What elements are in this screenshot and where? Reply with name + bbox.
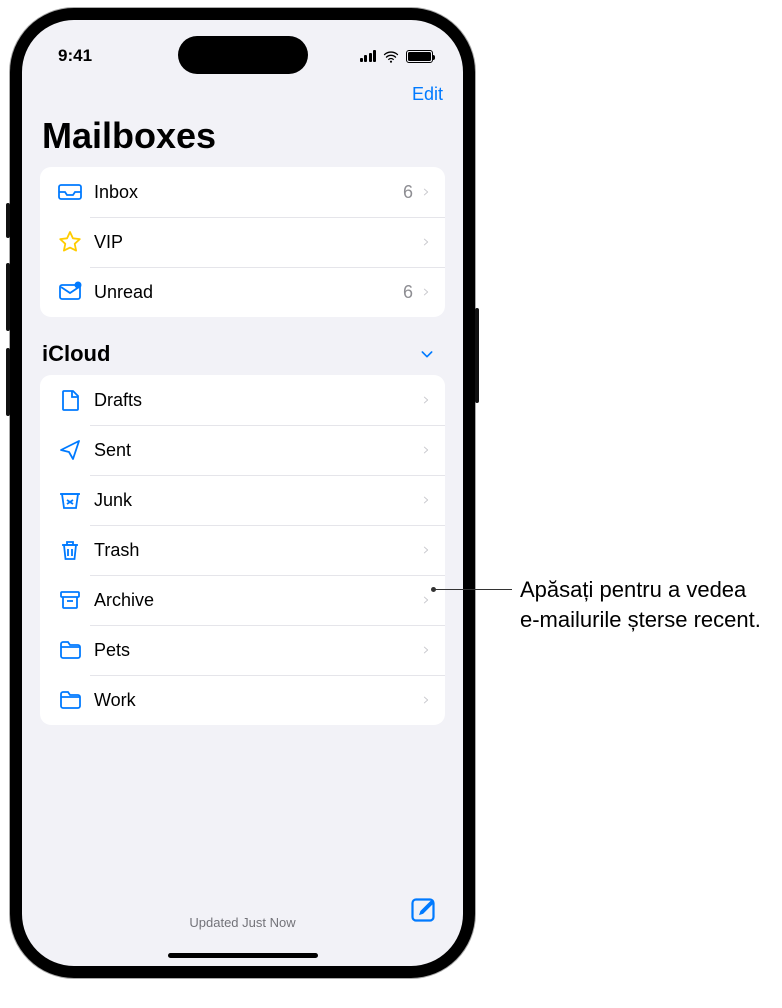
battery-icon: [406, 50, 433, 63]
status-indicators: [360, 50, 434, 63]
mailbox-label: Sent: [94, 440, 421, 461]
chevron-right-icon: [421, 285, 431, 299]
star-icon: [56, 230, 84, 254]
page-title: Mailboxes: [22, 111, 463, 167]
icloud-section-header[interactable]: iCloud: [22, 335, 463, 375]
mailbox-label: VIP: [94, 232, 421, 253]
mailbox-item-work[interactable]: Work: [40, 675, 445, 725]
mailbox-label: Trash: [94, 540, 421, 561]
chevron-right-icon: [421, 393, 431, 407]
chevron-down-icon: [419, 346, 435, 362]
trash-icon: [56, 538, 84, 562]
inbox-icon: [56, 180, 84, 204]
folder-icon: [56, 688, 84, 712]
callout-text: Apăsați pentru a vedea e‑mailurile șters…: [520, 575, 770, 634]
callout: Apăsați pentru a vedea e‑mailurile șters…: [432, 575, 770, 634]
mailbox-label: Inbox: [94, 182, 403, 203]
chevron-right-icon: [421, 185, 431, 199]
dynamic-island: [178, 36, 308, 74]
draft-icon: [56, 388, 84, 412]
chevron-right-icon: [421, 643, 431, 657]
phone-frame: 9:41 Edit Mailboxes Inbox6VIPUnread6 iCl…: [10, 8, 475, 978]
mailbox-label: Drafts: [94, 390, 421, 411]
mailbox-item-unread[interactable]: Unread6: [40, 267, 445, 317]
edit-button[interactable]: Edit: [412, 84, 443, 105]
chevron-right-icon: [421, 693, 431, 707]
sent-icon: [56, 438, 84, 462]
icloud-group: Drafts Sent Junk Trash Archive Pets Work: [40, 375, 445, 725]
cellular-signal-icon: [360, 50, 377, 62]
side-button: [475, 308, 479, 403]
unread-icon: [56, 280, 84, 304]
mailbox-item-vip[interactable]: VIP: [40, 217, 445, 267]
compose-icon: [409, 896, 437, 924]
ringer-switch: [6, 203, 10, 238]
junk-icon: [56, 488, 84, 512]
nav-bar: Edit: [22, 74, 463, 111]
icloud-section-title: iCloud: [42, 341, 110, 367]
wifi-icon: [382, 50, 400, 63]
screen: 9:41 Edit Mailboxes Inbox6VIPUnread6 iCl…: [22, 20, 463, 966]
archive-icon: [56, 588, 84, 612]
mailbox-item-pets[interactable]: Pets: [40, 625, 445, 675]
status-time: 9:41: [58, 46, 92, 66]
mailbox-label: Junk: [94, 490, 421, 511]
mailbox-label: Unread: [94, 282, 403, 303]
mailbox-item-trash[interactable]: Trash: [40, 525, 445, 575]
mailbox-label: Archive: [94, 590, 421, 611]
mailbox-item-inbox[interactable]: Inbox6: [40, 167, 445, 217]
chevron-right-icon: [421, 235, 431, 249]
mailbox-item-sent[interactable]: Sent: [40, 425, 445, 475]
home-indicator: [168, 953, 318, 958]
mailbox-label: Work: [94, 690, 421, 711]
chevron-right-icon: [421, 593, 431, 607]
volume-down: [6, 348, 10, 416]
chevron-right-icon: [421, 443, 431, 457]
mailbox-count: 6: [403, 182, 413, 203]
callout-leader-line: [432, 589, 512, 590]
mailbox-item-archive[interactable]: Archive: [40, 575, 445, 625]
mailbox-label: Pets: [94, 640, 421, 661]
mailbox-item-drafts[interactable]: Drafts: [40, 375, 445, 425]
volume-up: [6, 263, 10, 331]
compose-button[interactable]: [409, 896, 437, 924]
chevron-right-icon: [421, 543, 431, 557]
mailbox-item-junk[interactable]: Junk: [40, 475, 445, 525]
update-status: Updated Just Now: [189, 915, 295, 930]
chevron-right-icon: [421, 493, 431, 507]
mailbox-count: 6: [403, 282, 413, 303]
favorites-group: Inbox6VIPUnread6: [40, 167, 445, 317]
folder-icon: [56, 638, 84, 662]
